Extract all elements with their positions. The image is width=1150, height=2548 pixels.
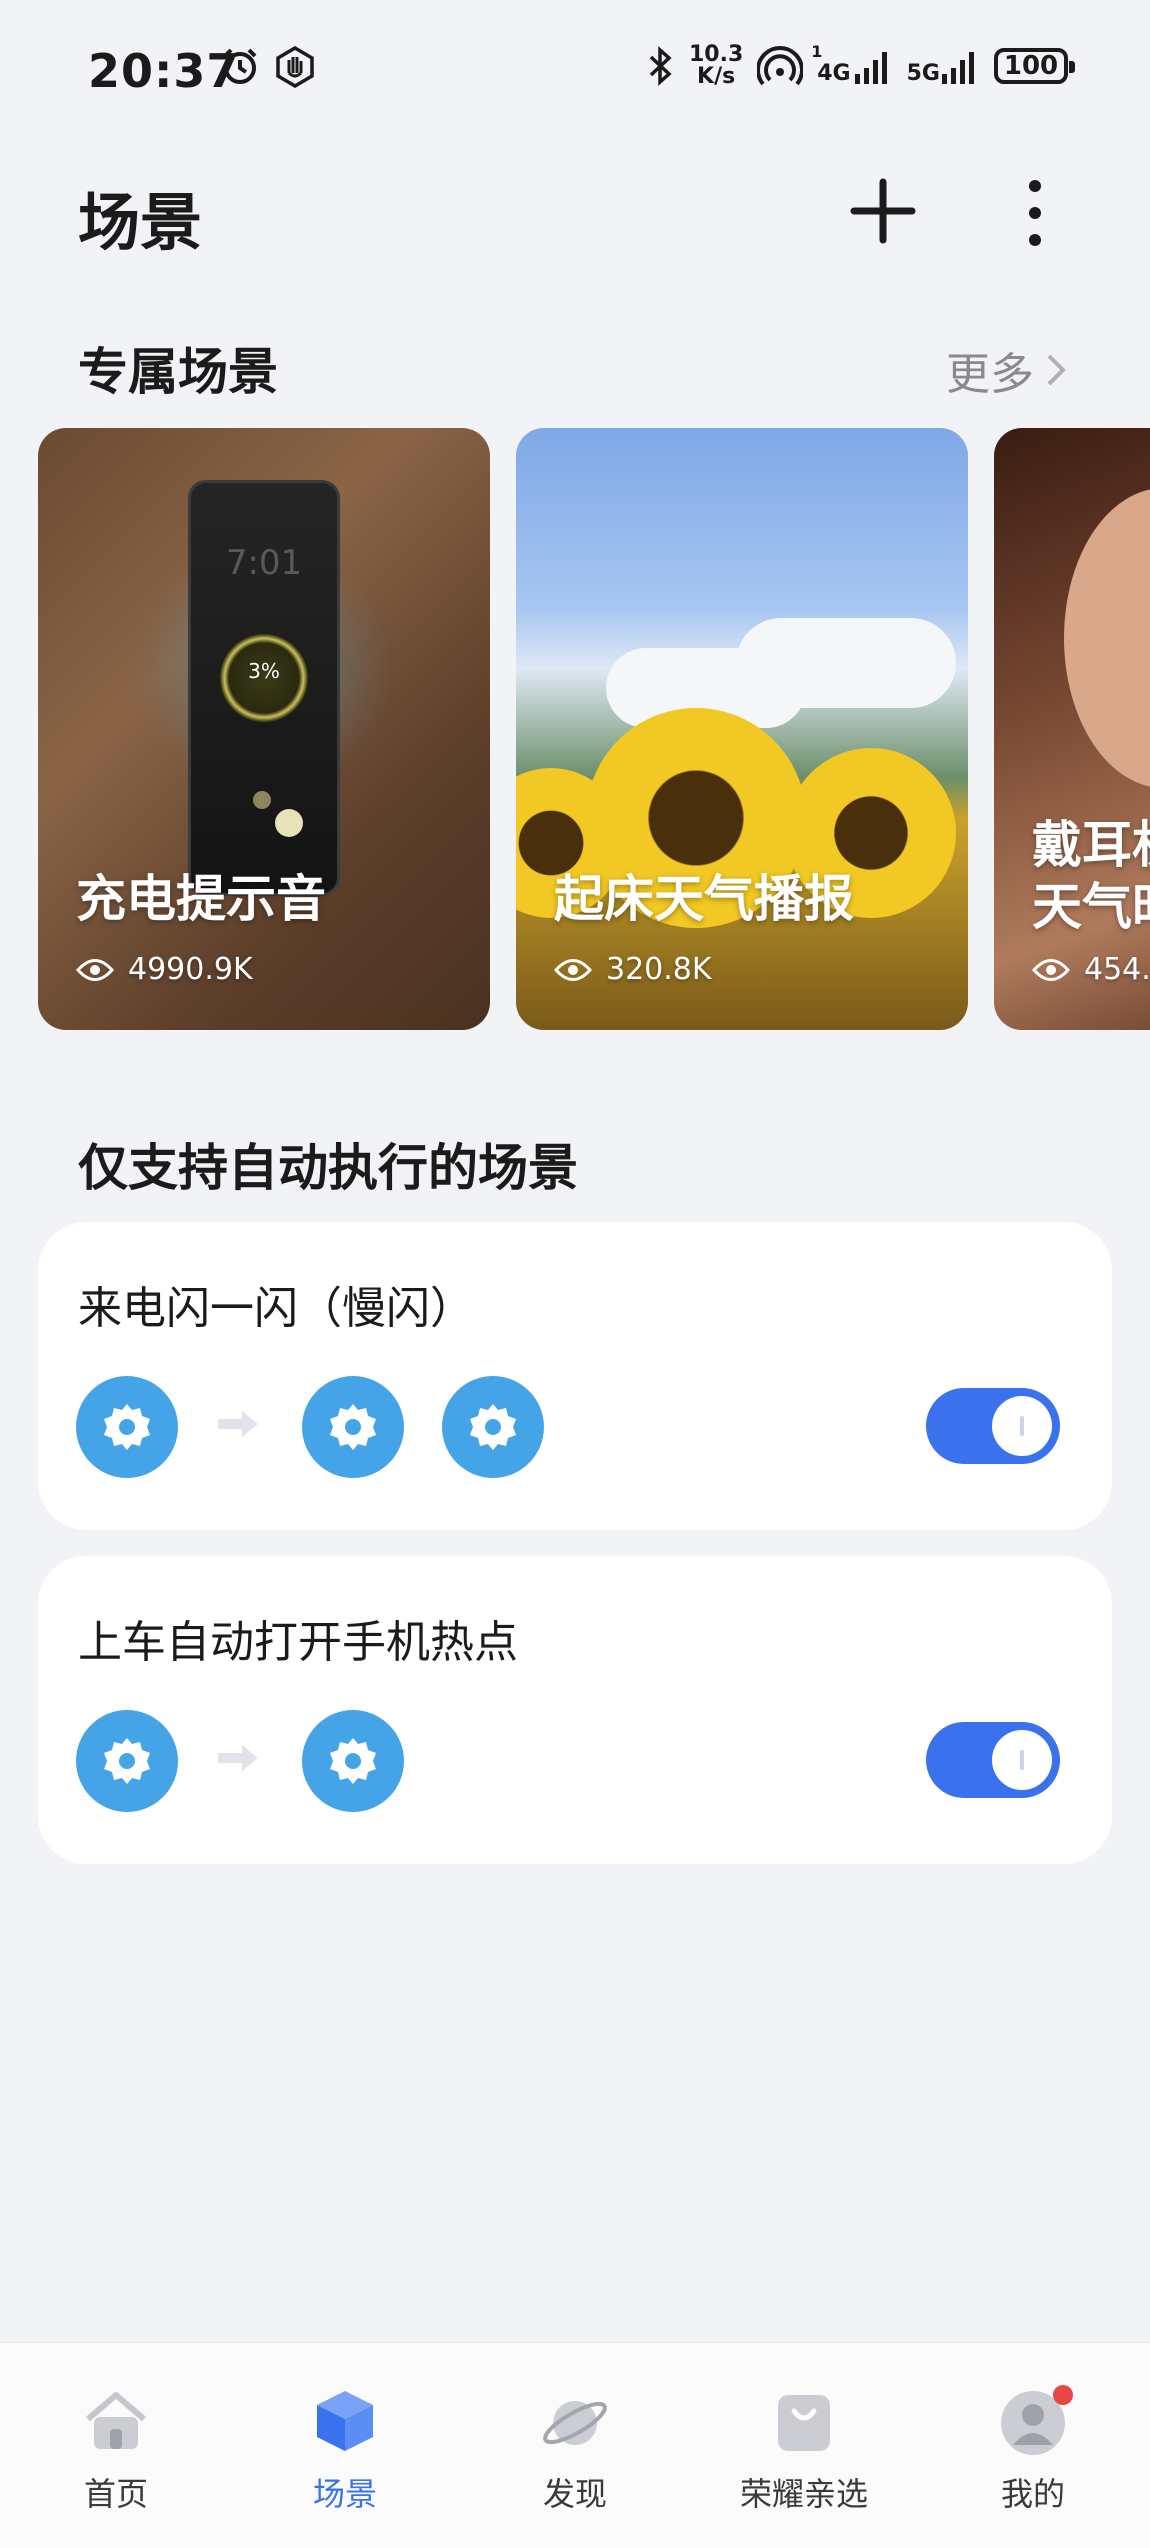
arrow-right-icon bbox=[218, 1745, 258, 1771]
bluetooth-icon bbox=[649, 46, 672, 86]
nav-scenes[interactable]: 场景 bbox=[265, 2385, 425, 2515]
hotspot-icon bbox=[757, 46, 804, 86]
gear-icon bbox=[330, 1738, 376, 1784]
auto-scene-card[interactable]: 来电闪一闪（慢闪） bbox=[38, 1222, 1112, 1530]
trigger-gear-icon bbox=[76, 1710, 178, 1812]
portrait-face bbox=[1064, 488, 1150, 788]
gear-icon bbox=[104, 1738, 150, 1784]
home-icon bbox=[86, 2392, 146, 2449]
gear-icon bbox=[104, 1404, 150, 1450]
do-not-disturb-hand-icon bbox=[276, 46, 314, 88]
nav-profile[interactable]: 我的 bbox=[953, 2385, 1113, 2515]
add-scene-button[interactable] bbox=[850, 178, 916, 244]
chevron-right-icon bbox=[1047, 354, 1066, 386]
nav-honor-select[interactable]: 荣耀亲选 bbox=[724, 2385, 884, 2515]
auto-scene-card[interactable]: 上车自动打开手机热点 bbox=[38, 1556, 1112, 1864]
action-gear-icon bbox=[442, 1376, 544, 1478]
gear-icon bbox=[470, 1404, 516, 1450]
decor-dot bbox=[275, 809, 303, 837]
trigger-gear-icon bbox=[76, 1376, 178, 1478]
cube-icon bbox=[317, 2391, 373, 2451]
sim2-signal: 5G bbox=[907, 46, 980, 86]
sim2-network-type: 5G bbox=[906, 61, 940, 86]
network-speed: 10.3 K/s bbox=[689, 44, 743, 88]
bottom-navigation: 首页 场景 发现 荣耀亲选 我的 bbox=[0, 2342, 1150, 2548]
scene-card-title-line2: 天气时 bbox=[1032, 878, 1150, 936]
exclusive-scenes-title: 专属场景 bbox=[78, 343, 278, 401]
nav-label: 发现 bbox=[542, 2475, 607, 2513]
status-time: 20:37 bbox=[88, 44, 240, 98]
scene-card-title: 充电提示音 bbox=[76, 870, 326, 928]
scene-card-views: 454.3K bbox=[1032, 952, 1150, 987]
signal-bars-icon bbox=[854, 52, 887, 84]
cloud bbox=[736, 618, 956, 708]
scene-card-title-line1: 戴耳机 bbox=[1032, 816, 1150, 874]
shopping-bag-icon bbox=[778, 2395, 830, 2451]
decor-dot bbox=[253, 791, 271, 809]
alarm-icon bbox=[223, 48, 257, 84]
scene-enable-toggle[interactable] bbox=[926, 1388, 1060, 1464]
view-count: 4990.9K bbox=[128, 952, 253, 987]
scene-card-views: 4990.9K bbox=[76, 952, 253, 987]
scene-card-wakeup-weather[interactable]: 起床天气播报 320.8K bbox=[516, 428, 968, 1030]
auto-scenes-title: 仅支持自动执行的场景 bbox=[78, 1139, 578, 1197]
planet-icon bbox=[543, 2401, 607, 2445]
nav-label: 首页 bbox=[83, 2475, 148, 2513]
network-speed-value: 10.3 bbox=[688, 42, 744, 67]
phone-clock: 7:01 bbox=[225, 543, 303, 583]
status-bar: 20:37 10.3 K/s 1 4G 5G 100 bbox=[0, 0, 1150, 150]
toggle-knob bbox=[992, 1396, 1052, 1456]
action-gear-icon bbox=[302, 1376, 404, 1478]
toggle-knob bbox=[992, 1730, 1052, 1790]
page-title: 场景 bbox=[78, 186, 203, 259]
scene-card-title: 起床天气播报 bbox=[554, 870, 854, 928]
nav-label: 荣耀亲选 bbox=[739, 2475, 868, 2513]
sim1-index: 1 bbox=[811, 42, 823, 61]
nav-discover[interactable]: 发现 bbox=[495, 2385, 655, 2515]
network-speed-unit: K/s bbox=[697, 64, 736, 89]
scene-card-earphone-weather[interactable]: 戴耳机 天气时 454.3K bbox=[994, 428, 1150, 1030]
view-count: 454.3K bbox=[1084, 952, 1150, 987]
notification-badge bbox=[1053, 2385, 1073, 2405]
exclusive-scenes-carousel[interactable]: 7:01 3% 充电提示音 4990.9K 起床天气播报 320.8K 戴耳 天… bbox=[0, 428, 1150, 1030]
scene-enable-toggle[interactable] bbox=[926, 1722, 1060, 1798]
arrow-right-icon bbox=[218, 1411, 258, 1437]
phone-battery-percent: 3% bbox=[248, 659, 280, 683]
nav-label: 我的 bbox=[1000, 2475, 1065, 2513]
eye-icon bbox=[76, 958, 114, 981]
gear-icon bbox=[330, 1404, 376, 1450]
sim1-network-type: 4G bbox=[817, 61, 851, 86]
action-gear-icon bbox=[302, 1710, 404, 1812]
phone-image: 7:01 3% bbox=[188, 480, 340, 896]
scene-card-views: 320.8K bbox=[554, 952, 712, 987]
sim1-signal: 1 4G bbox=[811, 42, 892, 86]
scene-card-charging-sound[interactable]: 7:01 3% 充电提示音 4990.9K bbox=[38, 428, 490, 1030]
more-label: 更多 bbox=[946, 349, 1034, 400]
auto-scene-title: 上车自动打开手机热点 bbox=[78, 1617, 518, 1668]
scene-card-title: 戴耳机 天气时 bbox=[1032, 814, 1150, 938]
eye-icon bbox=[1032, 958, 1070, 981]
eye-icon bbox=[554, 958, 592, 981]
auto-scene-title: 来电闪一闪（慢闪） bbox=[78, 1283, 474, 1334]
nav-home[interactable]: 首页 bbox=[36, 2385, 196, 2515]
signal-bars-icon bbox=[942, 52, 974, 84]
battery-indicator: 100 bbox=[994, 48, 1075, 84]
more-options-button[interactable] bbox=[1015, 178, 1055, 248]
nav-label: 场景 bbox=[312, 2475, 377, 2513]
view-count: 320.8K bbox=[606, 952, 712, 987]
more-scenes-link[interactable]: 更多 bbox=[946, 338, 1068, 402]
